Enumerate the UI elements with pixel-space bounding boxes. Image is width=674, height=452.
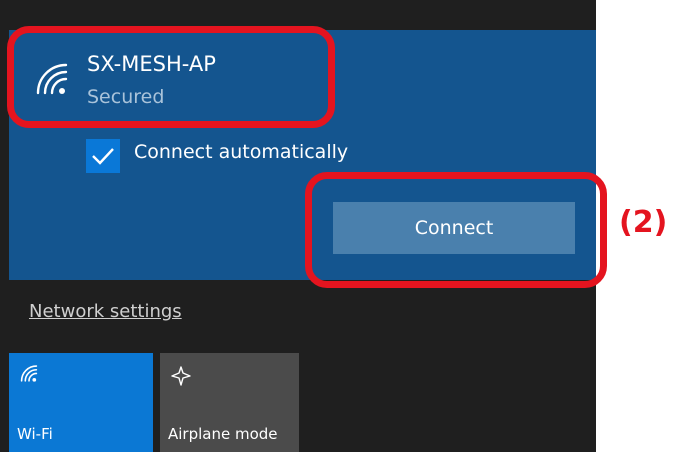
airplane-mode-tile-label: Airplane mode — [168, 425, 278, 443]
wifi-toggle-tile[interactable]: Wi-Fi — [9, 353, 153, 452]
wifi-tile-label: Wi-Fi — [17, 425, 53, 443]
wifi-signal-icon — [20, 365, 38, 382]
connect-automatically-label: Connect automatically — [134, 141, 349, 163]
airplane-mode-tile[interactable]: Airplane mode — [160, 353, 299, 452]
checkmark-icon — [92, 148, 114, 165]
connect-automatically-checkbox[interactable] — [86, 139, 120, 173]
network-settings-link[interactable]: Network settings — [29, 301, 182, 322]
connect-highlight-box — [305, 172, 607, 288]
airplane-icon — [171, 366, 191, 386]
network-highlight-box — [7, 26, 335, 128]
step-number-label: (2) — [619, 205, 668, 240]
